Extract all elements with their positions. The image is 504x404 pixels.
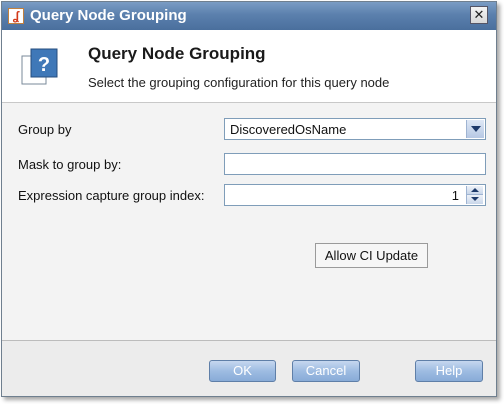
spin-up-icon[interactable] <box>467 186 483 195</box>
window-title: Query Node Grouping <box>30 7 187 24</box>
java-icon: ʆ <box>8 8 24 24</box>
query-node-grouping-dialog: ʆ Query Node Grouping ✕ ? Query Node Gro… <box>1 1 497 397</box>
svg-text:?: ? <box>38 54 50 76</box>
group-by-value: DiscoveredOsName <box>230 122 347 137</box>
ok-button[interactable]: OK <box>209 360 276 382</box>
spinner-buttons <box>466 186 484 204</box>
help-button[interactable]: Help <box>415 360 483 382</box>
chevron-down-icon[interactable] <box>466 120 484 138</box>
capture-group-index-spinner[interactable]: 1 <box>224 184 486 206</box>
dialog-header: ? Query Node Grouping Select the groupin… <box>2 30 496 103</box>
header-subtitle: Select the grouping configuration for th… <box>88 75 390 90</box>
mask-label: Mask to group by: <box>18 157 122 172</box>
header-title: Query Node Grouping <box>88 44 266 63</box>
group-by-select[interactable]: DiscoveredOsName <box>224 118 486 140</box>
cancel-button[interactable]: Cancel <box>292 360 360 382</box>
allow-ci-update-button[interactable]: Allow CI Update <box>315 243 428 268</box>
dialog-footer: OK Cancel Help <box>2 340 496 396</box>
capture-group-label: Expression capture group index: <box>18 188 205 203</box>
group-by-label: Group by <box>18 122 72 137</box>
close-button[interactable]: ✕ <box>470 6 488 24</box>
mask-input[interactable] <box>224 153 486 175</box>
capture-group-index-value: 1 <box>451 188 459 203</box>
title-bar[interactable]: ʆ Query Node Grouping ✕ <box>2 2 496 30</box>
help-question-icon: ? <box>21 48 58 85</box>
spin-down-icon[interactable] <box>467 195 483 204</box>
